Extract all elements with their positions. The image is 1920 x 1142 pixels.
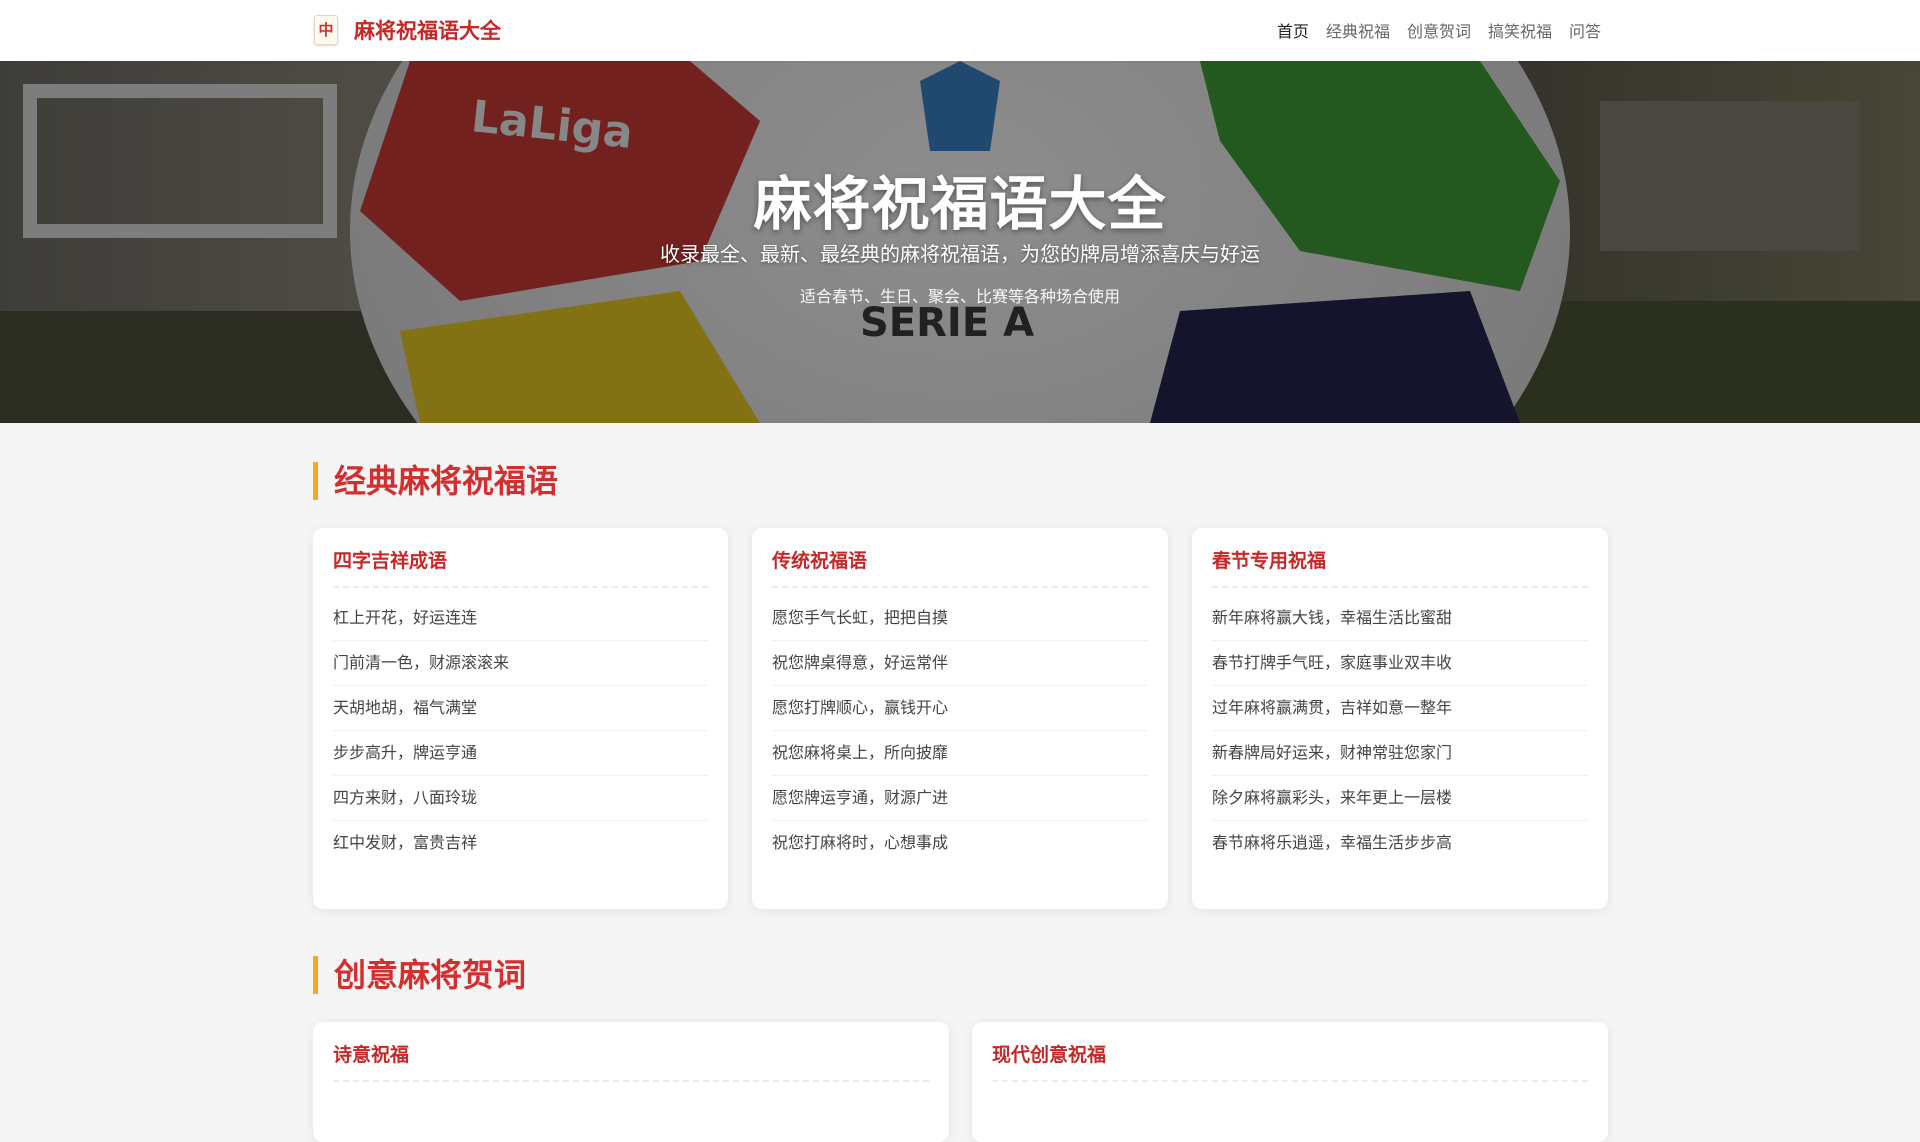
card-title: 传统祝福语 xyxy=(772,546,1148,588)
mahjong-tile-logo-icon: 中 xyxy=(314,15,338,45)
list-item[interactable]: 愿您手气长虹，把把自摸 xyxy=(772,596,1148,641)
list-item[interactable]: 新年麻将赢大钱，幸福生活比蜜甜 xyxy=(1212,596,1588,641)
list-item[interactable]: 过年麻将赢满贯，吉祥如意一整年 xyxy=(1212,686,1588,731)
card-spring-festival: 春节专用祝福 新年麻将赢大钱，幸福生活比蜜甜 春节打牌手气旺，家庭事业双丰收 过… xyxy=(1192,528,1608,909)
list-item[interactable]: 杠上开花，好运连连 xyxy=(333,596,708,641)
card-title: 现代创意祝福 xyxy=(992,1040,1588,1082)
list-item[interactable]: 祝您牌桌得意，好运常伴 xyxy=(772,641,1148,686)
hero-title: 麻将祝福语大全 xyxy=(753,170,1167,238)
hero-content: 麻将祝福语大全 收录最全、最新、最经典的麻将祝福语，为您的牌局增添喜庆与好运 适… xyxy=(0,61,1920,423)
list-item[interactable]: 天胡地胡，福气满堂 xyxy=(333,686,708,731)
nav-item-faq[interactable]: 问答 xyxy=(1569,18,1601,42)
list-item[interactable]: 春节麻将乐逍遥，幸福生活步步高 xyxy=(1212,821,1588,865)
list-item[interactable]: 四方来财，八面玲珑 xyxy=(333,776,708,821)
nav-item-funny[interactable]: 搞笑祝福 xyxy=(1488,18,1552,42)
list-item[interactable]: 愿您打牌顺心，赢钱开心 xyxy=(772,686,1148,731)
blessing-list: 新年麻将赢大钱，幸福生活比蜜甜 春节打牌手气旺，家庭事业双丰收 过年麻将赢满贯，… xyxy=(1212,596,1588,865)
nav-item-creative[interactable]: 创意贺词 xyxy=(1407,18,1471,42)
list-item[interactable]: 除夕麻将赢彩头，来年更上一层楼 xyxy=(1212,776,1588,821)
hero-subtitle: 收录最全、最新、最经典的麻将祝福语，为您的牌局增添喜庆与好运 xyxy=(660,242,1260,266)
logo-glyph: 中 xyxy=(318,20,334,39)
brand[interactable]: 中 麻将祝福语大全 xyxy=(314,14,501,46)
list-item[interactable]: 红中发财，富贵吉祥 xyxy=(333,821,708,865)
list-item[interactable]: 步步高升，牌运亨通 xyxy=(333,731,708,776)
list-item[interactable]: 祝您麻将桌上，所向披靡 xyxy=(772,731,1148,776)
hero-note: 适合春节、生日、聚会、比赛等各种场合使用 xyxy=(799,287,1120,306)
site-header: 中 麻将祝福语大全 首页 经典祝福 创意贺词 搞笑祝福 问答 xyxy=(0,0,1920,61)
hero-banner: LaLiga SERIE A 麻将祝福语大全 收录最全、最新、最经典的麻将祝福语… xyxy=(0,61,1920,423)
blessing-list: 愿您手气长虹，把把自摸 祝您牌桌得意，好运常伴 愿您打牌顺心，赢钱开心 祝您麻将… xyxy=(772,596,1148,865)
list-item[interactable]: 新春牌局好运来，财神常驻您家门 xyxy=(1212,731,1588,776)
section-title-creative: 创意麻将贺词 xyxy=(313,956,526,994)
blessing-list: 杠上开花，好运连连 门前清一色，财源滚滚来 天胡地胡，福气满堂 步步高升，牌运亨… xyxy=(333,596,708,865)
card-poetic-blessings: 诗意祝福 xyxy=(313,1022,949,1142)
card-title: 诗意祝福 xyxy=(333,1040,929,1082)
card-title: 春节专用祝福 xyxy=(1212,546,1588,588)
card-title: 四字吉祥成语 xyxy=(333,546,708,588)
nav-item-home[interactable]: 首页 xyxy=(1277,18,1309,42)
nav-item-classic[interactable]: 经典祝福 xyxy=(1326,18,1390,42)
list-item[interactable]: 祝您打麻将时，心想事成 xyxy=(772,821,1148,865)
list-item[interactable]: 愿您牌运亨通，财源广进 xyxy=(772,776,1148,821)
list-item[interactable]: 门前清一色，财源滚滚来 xyxy=(333,641,708,686)
card-modern-creative: 现代创意祝福 xyxy=(972,1022,1608,1142)
card-four-char-idioms: 四字吉祥成语 杠上开花，好运连连 门前清一色，财源滚滚来 天胡地胡，福气满堂 步… xyxy=(313,528,728,909)
main-nav: 首页 经典祝福 创意贺词 搞笑祝福 问答 xyxy=(1277,18,1601,42)
list-item[interactable]: 春节打牌手气旺，家庭事业双丰收 xyxy=(1212,641,1588,686)
site-title[interactable]: 麻将祝福语大全 xyxy=(354,15,501,45)
section-title-classic: 经典麻将祝福语 xyxy=(313,462,558,500)
card-traditional-blessings: 传统祝福语 愿您手气长虹，把把自摸 祝您牌桌得意，好运常伴 愿您打牌顺心，赢钱开… xyxy=(752,528,1168,909)
